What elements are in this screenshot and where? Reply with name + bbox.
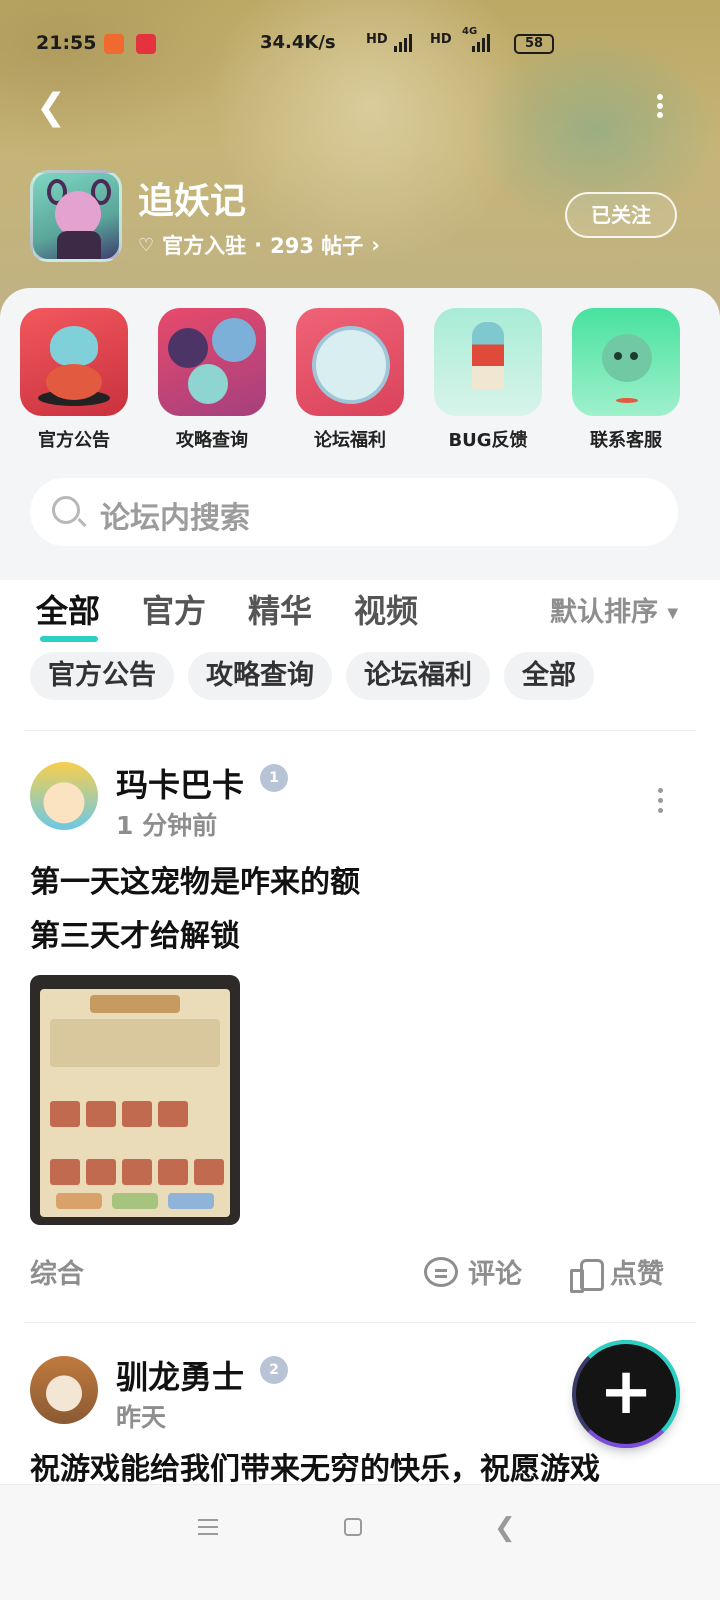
post-time: 1 分钟前	[116, 811, 218, 840]
battery-indicator: 58	[514, 34, 554, 54]
quick-item-label: 官方公告	[38, 430, 110, 451]
guide-icon	[158, 308, 266, 416]
avatar[interactable]	[30, 1356, 98, 1424]
posts-count: 293 帖子	[270, 234, 364, 258]
divider	[24, 730, 696, 731]
bug-report-icon	[434, 308, 542, 416]
level-badge: 1	[260, 764, 288, 792]
quick-item-label: 攻略查询	[176, 430, 248, 451]
fab-ring	[572, 1340, 680, 1448]
chip-announcement[interactable]: 官方公告	[30, 652, 174, 700]
post-image[interactable]	[30, 975, 240, 1225]
post-time: 昨天	[116, 1403, 167, 1432]
app-notification-icon	[104, 34, 124, 54]
create-post-button[interactable]: +	[572, 1340, 680, 1448]
sort-label: 默认排序	[550, 597, 658, 628]
tab-bar: 全部 官方 精华 视频	[36, 586, 418, 642]
game-meta[interactable]: ♡ 官方入驻 · 293 帖子 ›	[138, 230, 380, 260]
chevron-right-icon: ›	[371, 233, 380, 257]
search-icon	[52, 496, 80, 524]
system-navbar: ❮	[0, 1484, 720, 1600]
header-banner: 21:55 34.4K/s HD HD 4G 58 ❮ 追妖记 ♡ 官方入驻 ·…	[0, 0, 720, 320]
heart-icon: ♡	[138, 234, 155, 256]
quick-item-welfare[interactable]: 论坛福利	[290, 308, 410, 452]
like-label: 点赞	[610, 1259, 664, 1290]
network-speed: 34.4K/s	[260, 32, 336, 53]
post-username[interactable]: 驯龙勇士	[116, 1352, 244, 1398]
like-icon	[570, 1257, 604, 1293]
official-label: 官方入驻	[162, 234, 247, 258]
quick-item-label: BUG反馈	[448, 430, 528, 451]
quick-item-label: 联系客服	[590, 430, 662, 451]
sort-dropdown[interactable]: 默认排序 ▼	[550, 590, 678, 629]
search-placeholder: 论坛内搜索	[100, 501, 250, 536]
status-bar: 21:55 34.4K/s HD HD 4G 58	[0, 24, 720, 64]
menu-icon[interactable]	[198, 1519, 218, 1540]
game-title: 追妖记	[138, 181, 247, 222]
filter-chips: 官方公告 攻略查询 论坛福利 全部	[30, 652, 594, 700]
hd-icon: HD	[366, 32, 388, 47]
caret-down-icon: ▼	[667, 605, 679, 622]
comment-icon	[424, 1256, 458, 1287]
hd-icon: HD	[430, 32, 452, 47]
avatar[interactable]	[30, 762, 98, 830]
quick-item-bug-report[interactable]: BUG反馈	[428, 308, 548, 452]
post-username[interactable]: 玛卡巴卡	[116, 760, 244, 806]
post-footer: 综合 评论 点赞	[30, 1252, 680, 1293]
comment-button[interactable]: 评论	[424, 1252, 522, 1291]
post-text-line[interactable]: 祝游戏能给我们带来无穷的快乐，祝愿游戏	[30, 1450, 690, 1484]
tab-all[interactable]: 全部	[36, 586, 100, 642]
chip-all[interactable]: 全部	[504, 652, 594, 700]
more-icon[interactable]	[650, 92, 670, 128]
post-text-line[interactable]: 第一天这宠物是咋来的额	[30, 856, 690, 910]
chip-guide[interactable]: 攻略查询	[188, 652, 332, 700]
quick-item-announcement[interactable]: 官方公告	[14, 308, 134, 452]
quick-item-guide[interactable]: 攻略查询	[152, 308, 272, 452]
like-button[interactable]: 点赞	[570, 1252, 664, 1293]
comment-label: 评论	[468, 1259, 522, 1290]
tab-video[interactable]: 视频	[354, 586, 418, 632]
support-icon	[572, 308, 680, 416]
follow-button[interactable]: 已关注	[565, 192, 677, 238]
meta-separator: ·	[254, 233, 263, 257]
tab-official[interactable]: 官方	[142, 586, 206, 632]
divider	[24, 1322, 696, 1323]
quick-item-support[interactable]: 联系客服	[566, 308, 686, 452]
status-time: 21:55	[36, 32, 97, 54]
back-nav-icon[interactable]: ❮	[494, 1513, 516, 1543]
back-icon[interactable]: ❮	[36, 88, 66, 128]
chip-welfare[interactable]: 论坛福利	[346, 652, 490, 700]
quick-item-label: 论坛福利	[314, 430, 386, 451]
search-input[interactable]: 论坛内搜索	[30, 478, 678, 546]
app-notification-icon	[136, 34, 156, 54]
announcement-icon	[20, 308, 128, 416]
post-category[interactable]: 综合	[30, 1252, 84, 1291]
welfare-icon	[296, 308, 404, 416]
post-text-line[interactable]: 第三天才给解锁	[30, 910, 690, 964]
signal-icon	[472, 34, 490, 52]
home-icon[interactable]	[344, 1518, 362, 1536]
game-avatar	[30, 170, 122, 262]
tab-featured[interactable]: 精华	[248, 586, 312, 632]
level-badge: 2	[260, 1356, 288, 1384]
signal-icon	[394, 34, 412, 52]
more-icon[interactable]	[655, 788, 665, 818]
